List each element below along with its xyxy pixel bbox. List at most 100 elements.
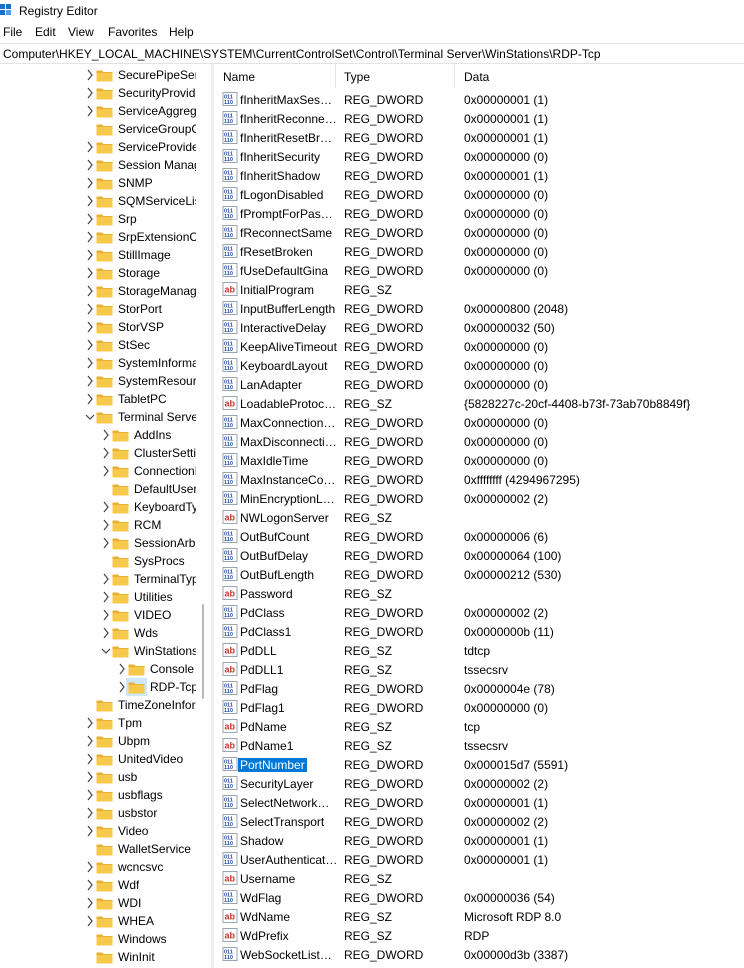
value-row[interactable]: ab NWLogonServer REG_SZ [214,508,744,527]
address-path[interactable]: Computer\HKEY_LOCAL_MACHINE\SYSTEM\Curre… [3,47,601,61]
value-row[interactable]: 110011MaxDisconnectionTimeREG_DWORD0x000… [214,432,744,451]
value-name[interactable]: OutBufDelay [240,549,338,563]
menu-file[interactable]: File [3,25,22,39]
chevron-right-icon[interactable] [85,177,95,189]
chevron-right-icon[interactable] [85,753,95,765]
chevron-right-icon[interactable] [101,465,111,477]
chevron-right-icon[interactable] [85,807,95,819]
value-row[interactable]: 110011MaxConnectionTimeREG_DWORD0x000000… [214,413,744,432]
tree-item[interactable]: WalletService [0,840,196,858]
tree-item[interactable]: WinInit [0,948,196,966]
tree-item[interactable]: usbflags [0,786,196,804]
chevron-right-icon[interactable] [85,897,95,909]
value-row[interactable]: 110 011 MaxInstanceCount REG_DWORD 0xfffffff… [214,470,744,489]
value-name[interactable]: OutBufLength [240,568,338,582]
tree-item[interactable]: WinStations [0,642,196,660]
value-row[interactable]: 110 011 PdFlag REG_DWORD 0x0000004e (78) [214,679,744,698]
value-row[interactable]: 110 011 fReconnectSame REG_DWORD 0x00000000 … [214,223,744,242]
value-row[interactable]: 110011fInheritMaxSessionTimeREG_DWORD0x0… [214,90,744,109]
value-name[interactable]: WdName [240,910,338,924]
value-name[interactable]: WebSocketListenerPort [240,948,338,962]
value-name[interactable]: fPromptForPassword [240,207,338,221]
value-name[interactable]: PdClass1 [240,625,338,639]
value-row[interactable]: 110 011 MinEncryptionLevel REG_DWORD 0x00000… [214,489,744,508]
chevron-right-icon[interactable] [85,771,95,783]
value-name[interactable]: KeepAliveTimeout [240,340,338,354]
tree-item[interactable]: StSec [0,336,196,354]
value-name[interactable]: MinEncryptionLevel [240,492,338,506]
tree-item[interactable]: SecurePipeServers [0,66,196,84]
tree-item[interactable]: TerminalTypes [0,570,196,588]
value-name[interactable]: fResetBroken [240,245,338,259]
value-row[interactable]: 110 011 OutBufCount REG_DWORD 0x00000006 (6) [214,527,744,546]
tree-item[interactable]: SystemResources [0,372,196,390]
tree-item[interactable]: SysProcs [0,552,196,570]
tree-item[interactable]: TimeZoneInformation [0,696,196,714]
value-row[interactable]: ab PdDLL REG_SZ tdtcp [214,641,744,660]
value-name[interactable]: InitialProgram [240,283,338,297]
tree-item[interactable]: usb [0,768,196,786]
chevron-right-icon[interactable] [85,339,95,351]
chevron-right-icon[interactable] [101,537,111,549]
chevron-right-icon[interactable] [85,393,95,405]
value-row[interactable]: 110011fPromptForPasswordREG_DWORD0x00000… [214,204,744,223]
tree-item[interactable]: Wds [0,624,196,642]
value-name[interactable]: PdDLL [240,644,338,658]
value-row[interactable]: 110011WebSocketListenerPortREG_DWORD0x00… [214,945,744,964]
value-row[interactable]: 110 011 fInheritSecurity REG_DWORD 0x0000000… [214,147,744,166]
value-row[interactable]: 110 011 PortNumber REG_DWORD 0x000015d7 (559… [214,755,744,774]
value-row[interactable]: 110 011 PdClass1 REG_DWORD 0x0000000b (11) [214,622,744,641]
tree-item[interactable]: RDP-Tcp [0,678,196,696]
chevron-right-icon[interactable] [85,249,95,261]
tree-item[interactable]: KeyboardType Mapping [0,498,196,516]
menu-favorites[interactable]: Favorites [108,25,157,39]
tree-item[interactable]: TabletPC [0,390,196,408]
value-row[interactable]: 110011SelectNetworkDetectREG_DWORD0x0000… [214,793,744,812]
tree-item[interactable]: Srp [0,210,196,228]
value-row[interactable]: 110 011 InteractiveDelay REG_DWORD 0x0000003… [214,318,744,337]
value-name[interactable]: InputBufferLength [240,302,338,316]
tree-item[interactable]: StorVSP [0,318,196,336]
value-row[interactable]: ab WdPrefix REG_SZ RDP [214,926,744,945]
chevron-right-icon[interactable] [101,591,111,603]
chevron-right-icon[interactable] [85,717,95,729]
chevron-right-icon[interactable] [85,861,95,873]
value-row[interactable]: ab PdName1 REG_SZ tssecsrv [214,736,744,755]
chevron-right-icon[interactable] [117,663,127,675]
value-name[interactable]: WdPrefix [240,929,338,943]
tree-item[interactable]: SQMServiceList [0,192,196,210]
value-name[interactable]: fInheritResetBroken [240,131,338,145]
address-bar[interactable]: Computer\HKEY_LOCAL_MACHINE\SYSTEM\Curre… [0,43,744,64]
value-name[interactable]: UserAuthentication [240,853,338,867]
value-name[interactable]: Shadow [240,834,338,848]
value-row[interactable]: 110 011 SelectTransport REG_DWORD 0x00000002… [214,812,744,831]
value-name[interactable]: WdFlag [240,891,338,905]
value-row[interactable]: 110 011 LanAdapter REG_DWORD 0x00000000 (0) [214,375,744,394]
chevron-right-icon[interactable] [85,321,95,333]
chevron-right-icon[interactable] [85,87,95,99]
value-row[interactable]: 110 011 OutBufDelay REG_DWORD 0x00000064 (10… [214,546,744,565]
chevron-right-icon[interactable] [101,447,111,459]
value-name[interactable]: MaxIdleTime [240,454,338,468]
tree-scrollbar-thumb[interactable] [202,604,204,699]
tree-item[interactable]: wcncsvc [0,858,196,876]
value-row[interactable]: 110 011 UserAuthentication REG_DWORD 0x00000… [214,850,744,869]
value-name[interactable]: fReconnectSame [240,226,338,240]
tree-item[interactable]: SecurityProviders [0,84,196,102]
tree-item[interactable]: AddIns [0,426,196,444]
chevron-right-icon[interactable] [85,375,95,387]
value-row[interactable]: 110 011 KeyboardLayout REG_DWORD 0x00000000 … [214,356,744,375]
chevron-right-icon[interactable] [85,213,95,225]
menu-view[interactable]: View [68,25,94,39]
value-name[interactable]: fInheritMaxSessionTime [240,93,338,107]
tree-item[interactable]: UnitedVideo [0,750,196,768]
value-name[interactable]: fInheritReconnectSame [240,112,338,126]
tree-item[interactable]: WDI [0,894,196,912]
value-row[interactable]: ab PdName REG_SZ tcp [214,717,744,736]
value-row[interactable]: ab Username REG_SZ [214,869,744,888]
value-name[interactable]: SecurityLayer [240,777,338,791]
value-name[interactable]: LoadableProtocol_Object [240,397,338,411]
value-row[interactable]: 110 011 fUseDefaultGina REG_DWORD 0x00000000… [214,261,744,280]
chevron-down-icon[interactable] [85,411,95,423]
chevron-right-icon[interactable] [85,105,95,117]
